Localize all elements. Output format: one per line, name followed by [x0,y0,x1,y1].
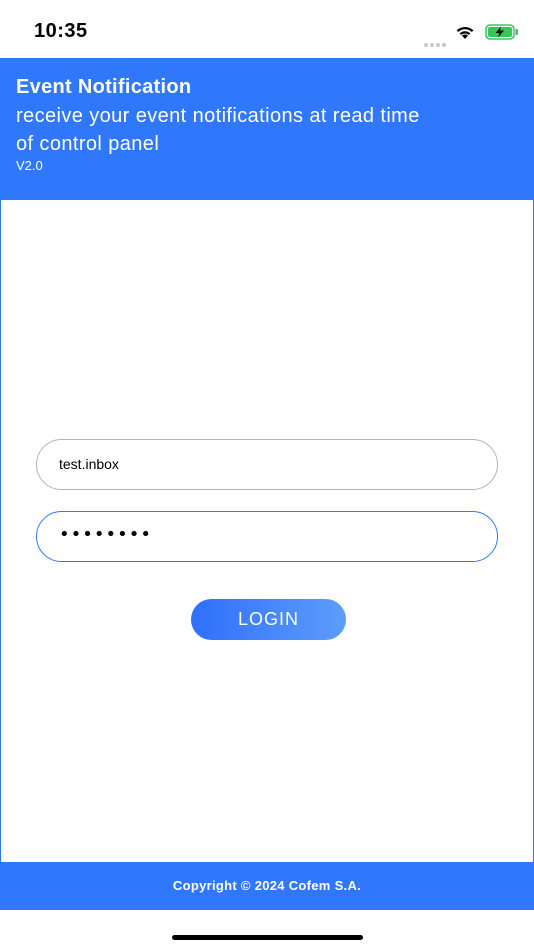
cellular-dots-icon [424,34,448,47]
app-header: Event Notification receive your event no… [0,58,534,200]
login-button[interactable]: LOGIN [191,599,346,640]
home-indicator[interactable] [172,935,363,940]
app-title: Event Notification [16,76,192,98]
battery-charging-icon [485,24,518,40]
app-subtitle: receive your event notifications at read… [16,105,420,155]
wifi-icon [456,26,474,39]
password-field[interactable]: •••••••• [36,511,498,562]
copyright-text: Copyright © 2024 Cofem S.A. [172,878,362,893]
login-screen: 10:35 Event Notification receive your ev… [0,0,534,950]
password-mask: •••••••• [59,524,152,545]
app-version: V2.0 [16,158,43,173]
username-field[interactable]: test.inbox [36,439,498,490]
footer: Copyright © 2024 Cofem S.A. [0,862,534,910]
username-value: test.inbox [59,456,119,472]
status-time: 10:35 [34,20,88,42]
status-bar: 10:35 [0,0,534,58]
login-form-area: test.inbox •••••••• LOGIN [0,200,534,862]
